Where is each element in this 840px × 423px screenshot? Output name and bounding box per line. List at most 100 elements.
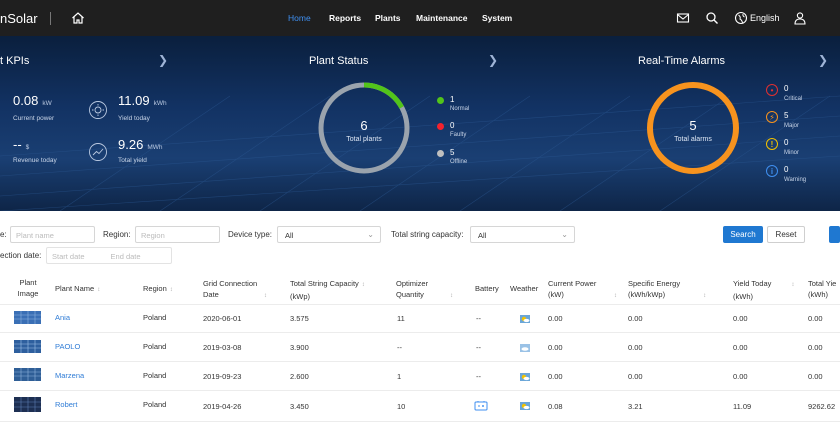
- minor-label: Minor: [784, 150, 800, 156]
- row-divider: [0, 390, 840, 391]
- specific-energy-cell: 0.00: [628, 372, 643, 381]
- plant-status-title: Plant Status: [309, 55, 369, 67]
- header-battery: Battery: [475, 284, 499, 293]
- partly-cloudy-icon: [520, 315, 530, 323]
- row-divider: [0, 361, 840, 362]
- kpi-total-yield: 9.26 MWh: [118, 137, 163, 152]
- header-capacity[interactable]: Total String Capacity ↕ (kWp): [290, 278, 365, 302]
- plant-name-link[interactable]: PAOLO: [55, 342, 80, 351]
- header-grid-date[interactable]: Grid Connection Date ↕: [203, 278, 267, 302]
- kpi-current-power: 0.08 kW: [13, 93, 52, 108]
- region-cell: Poland: [143, 371, 167, 380]
- date-range-input[interactable]: Start date End date: [46, 247, 172, 264]
- alarms-title: Real-Time Alarms: [638, 55, 725, 67]
- faulty-dot: [437, 123, 444, 130]
- plant-thumbnail[interactable]: [14, 397, 41, 412]
- add-plant-button[interactable]: [829, 226, 840, 243]
- optimizer-cell: 11: [397, 314, 405, 323]
- battery-cell: --: [476, 343, 481, 352]
- battery-icon[interactable]: [474, 400, 488, 411]
- current-power-cell: 0.00: [548, 372, 563, 381]
- home-icon[interactable]: [70, 10, 86, 26]
- region-input[interactable]: Region: [135, 226, 220, 243]
- kpi-revenue-today: -- $: [13, 137, 30, 152]
- sort-icon[interactable]: ↕: [264, 293, 267, 299]
- nav-home[interactable]: Home: [288, 13, 311, 23]
- current-power-cell: 0.00: [548, 314, 563, 323]
- header-region[interactable]: Region ↕: [143, 283, 173, 296]
- plant-thumbnail[interactable]: [14, 368, 41, 381]
- current-power-cell: 0.00: [548, 343, 563, 352]
- battery-cell: --: [476, 372, 481, 381]
- minor-icon: !: [766, 138, 778, 150]
- header-divider: [0, 304, 840, 305]
- nav-maintenance[interactable]: Maintenance: [416, 13, 468, 23]
- header-weather: Weather: [510, 284, 539, 293]
- header-specific-energy[interactable]: Specific Energy (kWh/kWp) ↕: [628, 278, 706, 302]
- total-yield-cell: 9262.62: [808, 402, 836, 411]
- plant-name-link[interactable]: Ania: [55, 313, 70, 322]
- nav-plants[interactable]: Plants: [375, 13, 401, 23]
- critical-count: 0: [784, 84, 789, 93]
- plant-name-link[interactable]: Marzena: [55, 371, 84, 380]
- header-total-yield[interactable]: Total Yie (kWh): [808, 278, 836, 300]
- sort-icon[interactable]: ↕: [170, 287, 173, 293]
- region-cell: Poland: [143, 400, 167, 409]
- capacity-label: Total string capacity:: [391, 230, 464, 239]
- plant-name-input[interactable]: Plant name: [10, 226, 95, 243]
- capacity-select[interactable]: All ⌄: [470, 226, 575, 243]
- major-label: Major: [784, 123, 800, 129]
- optimizer-cell: 10: [397, 402, 406, 411]
- kpi-total-yield-label: Total yield: [118, 157, 147, 164]
- search-icon[interactable]: [705, 11, 719, 25]
- plant-status-chevron-right-icon[interactable]: ❯: [488, 53, 498, 67]
- sort-icon[interactable]: ↕: [97, 287, 100, 293]
- reset-button[interactable]: Reset: [767, 226, 805, 243]
- alarms-chevron-right-icon[interactable]: ❯: [818, 53, 828, 67]
- search-button[interactable]: Search: [723, 226, 763, 243]
- plant-name-link[interactable]: Robert: [55, 400, 78, 409]
- kpi-panel-title: t KPIs: [0, 55, 30, 67]
- specific-energy-cell: 0.00: [628, 343, 643, 352]
- mail-icon[interactable]: [676, 11, 690, 25]
- header-current-power[interactable]: Current Power (kW) ↕: [548, 278, 617, 302]
- sort-icon[interactable]: ↕: [703, 293, 706, 299]
- globe-icon[interactable]: [734, 11, 748, 25]
- sort-icon[interactable]: ↕: [450, 293, 453, 299]
- total-alarms-label: Total alarms: [674, 136, 712, 143]
- nav-reports[interactable]: Reports: [329, 13, 361, 23]
- partly-cloudy-icon: [520, 373, 530, 381]
- kpi-chevron-right-icon[interactable]: ❯: [158, 53, 168, 67]
- plant-thumbnail[interactable]: [14, 311, 41, 324]
- specific-energy-cell: 0.00: [628, 314, 643, 323]
- row-divider: [0, 332, 840, 333]
- normal-label: Normal: [450, 106, 470, 112]
- minor-count: 0: [784, 138, 789, 147]
- region-cell: Poland: [143, 313, 167, 322]
- device-type-select[interactable]: All ⌄: [277, 226, 381, 243]
- brand-logo[interactable]: nSolar: [0, 11, 38, 26]
- critical-icon: •: [766, 84, 778, 96]
- language-selector[interactable]: English: [750, 13, 780, 23]
- sort-icon[interactable]: ↕: [362, 282, 365, 288]
- plant-thumbnail[interactable]: [14, 340, 41, 353]
- total-yield-cell: 0.00: [808, 314, 823, 323]
- sort-icon[interactable]: ↕: [614, 293, 617, 299]
- total-yield-cell: 0.00: [808, 372, 823, 381]
- nav-system[interactable]: System: [482, 13, 512, 23]
- plant-name-label: e:: [0, 230, 7, 239]
- warning-label: Warning: [784, 177, 807, 183]
- grid-date-cell: 2019-09-23: [203, 372, 242, 381]
- sort-icon[interactable]: ↕: [791, 282, 794, 288]
- header-optimizer[interactable]: Optimizer Quantity ↕: [396, 278, 453, 302]
- yield-today-cell: 0.00: [733, 314, 748, 323]
- user-icon[interactable]: [793, 11, 807, 25]
- faulty-count: 0: [450, 121, 455, 130]
- header-plant-name[interactable]: Plant Name ↕: [55, 283, 100, 296]
- warning-count: 0: [784, 165, 789, 174]
- chevron-down-icon: ⌄: [561, 230, 568, 239]
- header-plant-image: Plant Image: [17, 278, 39, 298]
- header-yield-today[interactable]: Yield Today ↕ (kWh): [733, 278, 794, 302]
- top-navigation-bar: nSolar Home Reports Plants Maintenance S…: [0, 0, 840, 36]
- offline-label: Offline: [450, 159, 468, 165]
